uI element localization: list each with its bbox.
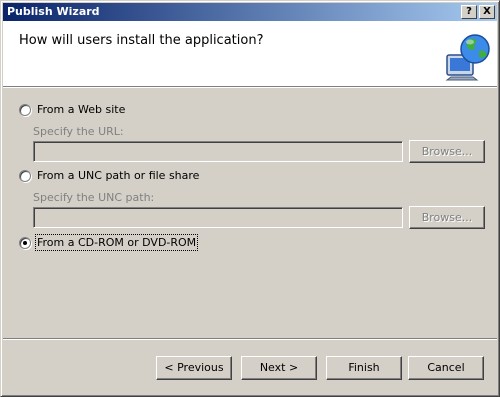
- cancel-button[interactable]: Cancel: [408, 356, 484, 380]
- cd-dvd-radio[interactable]: [19, 237, 31, 249]
- close-button[interactable]: X: [479, 5, 495, 19]
- option-cd-dvd[interactable]: From a CD-ROM or DVD-ROM: [19, 234, 199, 252]
- footer-divider: [3, 338, 497, 340]
- finish-button[interactable]: Finish: [326, 356, 402, 380]
- url-field-label: Specify the URL:: [33, 125, 124, 138]
- browse-url-button[interactable]: Browse...: [409, 140, 485, 163]
- next-button[interactable]: Next >: [241, 356, 317, 380]
- web-site-label[interactable]: From a Web site: [37, 103, 125, 116]
- unc-path-input[interactable]: [33, 207, 403, 228]
- window-title: Publish Wizard: [7, 5, 100, 18]
- header-divider: [3, 86, 497, 88]
- browse-unc-button[interactable]: Browse...: [409, 206, 485, 229]
- cd-dvd-label[interactable]: From a CD-ROM or DVD-ROM: [34, 234, 199, 251]
- title-bar[interactable]: Publish Wizard ? X: [3, 3, 497, 21]
- globe-computer-icon: [445, 34, 490, 81]
- option-unc-path[interactable]: From a UNC path or file share: [19, 169, 199, 185]
- page-title: How will users install the application?: [19, 33, 264, 48]
- option-web-site[interactable]: From a Web site: [19, 103, 139, 119]
- publish-wizard-window: Publish Wizard ? X How will users instal…: [0, 0, 500, 397]
- previous-button[interactable]: < Previous: [156, 356, 232, 380]
- web-site-radio[interactable]: [19, 104, 31, 116]
- header-panel: How will users install the application?: [3, 21, 497, 86]
- unc-path-label[interactable]: From a UNC path or file share: [37, 169, 199, 182]
- url-input[interactable]: [33, 141, 403, 162]
- unc-field-label: Specify the UNC path:: [33, 191, 155, 204]
- help-button[interactable]: ?: [461, 5, 477, 19]
- unc-path-radio[interactable]: [19, 170, 31, 182]
